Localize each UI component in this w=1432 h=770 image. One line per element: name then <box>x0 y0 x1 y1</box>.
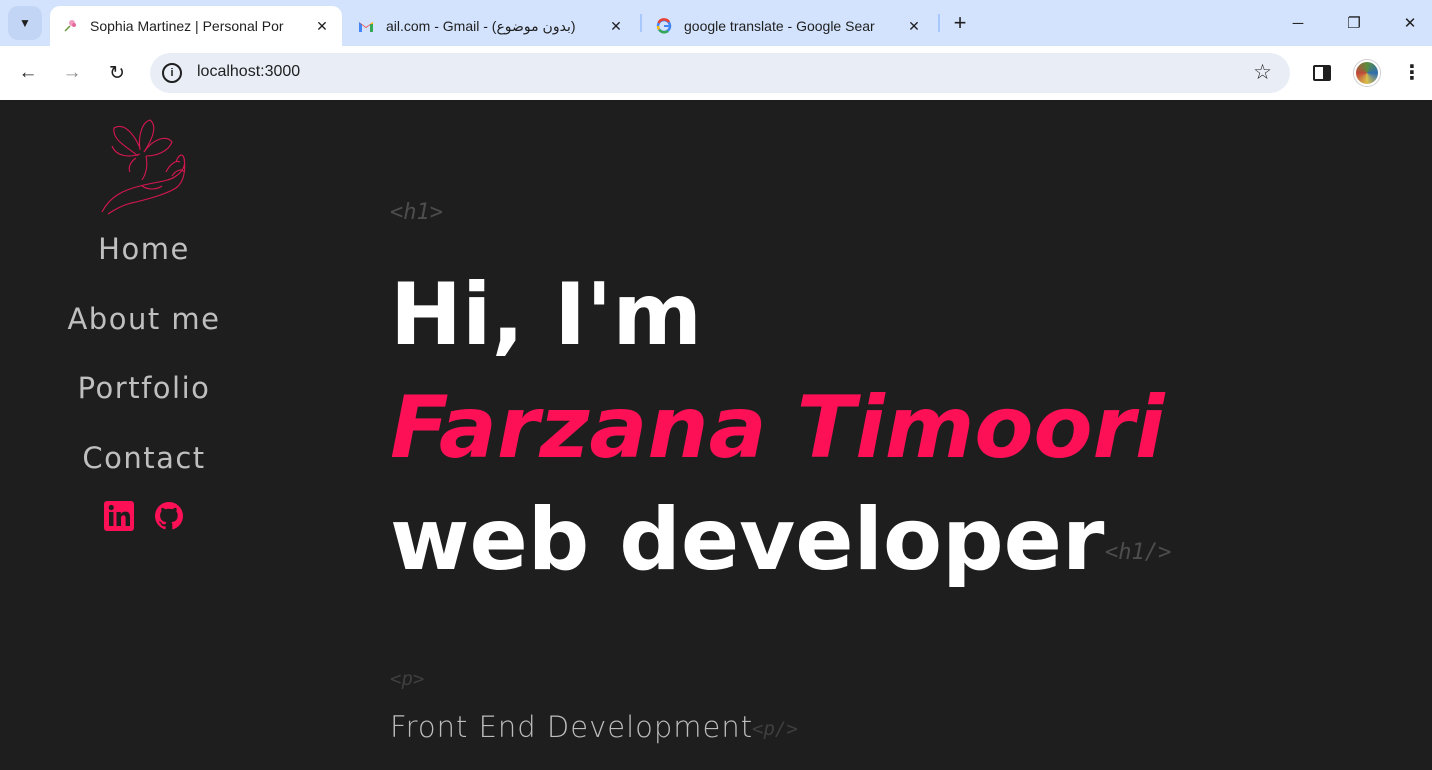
close-tab-icon[interactable]: ✕ <box>902 14 926 38</box>
flower-hand-logo <box>101 119 186 215</box>
new-tab-button[interactable]: + <box>946 9 974 37</box>
minimize-button[interactable]: ─ <box>1270 0 1326 46</box>
tab-portfolio[interactable]: Sophia Martinez | Personal Por ✕ <box>50 6 342 46</box>
h1-open-tag: <h1> <box>390 200 443 225</box>
close-tab-icon[interactable]: ✕ <box>310 14 334 38</box>
nav-contact[interactable]: Contact <box>0 441 288 475</box>
p-close-tag: <p/> <box>752 718 798 740</box>
gmail-icon <box>358 18 374 34</box>
tab-google-search[interactable]: google translate - Google Sear ✕ <box>644 6 934 46</box>
p-open-tag: <p> <box>390 668 425 690</box>
more-vertical-icon: ⋮ <box>1402 62 1422 84</box>
bookmark-star-icon[interactable]: ☆ <box>1253 60 1272 85</box>
reload-button[interactable]: ↻ <box>101 57 133 89</box>
back-button[interactable]: ← <box>12 57 44 89</box>
tab-title: google translate - Google Sear <box>684 18 875 34</box>
nav-about-me[interactable]: About me <box>0 302 288 336</box>
maximize-button[interactable]: ❐ <box>1326 0 1382 46</box>
profile-button[interactable] <box>1353 59 1381 87</box>
linkedin-icon[interactable] <box>103 500 135 532</box>
tab-separator <box>938 14 940 32</box>
hero-name: Farzana Timoori <box>390 378 1165 478</box>
avatar <box>1354 60 1380 86</box>
tab-search-button[interactable]: ▼ <box>8 6 42 40</box>
url-text[interactable]: localhost:3000 <box>197 63 300 81</box>
address-bar[interactable]: i localhost:3000 ☆ <box>150 53 1290 93</box>
forward-button[interactable]: → <box>56 57 88 89</box>
intro-subtitle: Front End Development <box>390 710 754 744</box>
browser-toolbar: ← → ↻ i localhost:3000 ☆ ⋮ <box>0 46 1432 100</box>
tab-bar: ▼ Sophia Martinez | Personal Por ✕ ail.c… <box>0 0 1432 46</box>
flower-favicon <box>62 18 78 34</box>
tab-title: Sophia Martinez | Personal Por <box>90 18 284 34</box>
github-icon[interactable] <box>153 500 185 532</box>
nav-home[interactable]: Home <box>0 232 288 266</box>
close-tab-icon[interactable]: ✕ <box>604 14 628 38</box>
reload-icon: ↻ <box>109 62 125 84</box>
tab-separator <box>640 14 642 32</box>
google-icon <box>656 18 672 34</box>
hero-role: web developer <box>390 490 1105 590</box>
hero-greeting: Hi, I'm <box>390 265 703 365</box>
browser-menu-button[interactable]: ⋮ <box>1398 59 1426 87</box>
side-panel-icon <box>1313 65 1331 81</box>
close-window-button[interactable]: ✕ <box>1382 0 1432 46</box>
tab-gmail[interactable]: ail.com - Gmail - (بدون موضوع) ✕ <box>346 6 636 46</box>
tab-title: ail.com - Gmail - (بدون موضوع) <box>386 17 576 34</box>
site-info-icon[interactable]: i <box>162 63 182 83</box>
portfolio-page: Home About me Portfolio Contact <h1> Hi,… <box>0 100 1432 770</box>
arrow-left-icon: ← <box>18 62 38 83</box>
arrow-right-icon: → <box>62 62 82 83</box>
side-panel-button[interactable] <box>1308 59 1336 87</box>
nav-portfolio[interactable]: Portfolio <box>0 371 288 405</box>
h1-close-tag: <h1/> <box>1105 540 1172 565</box>
chevron-down-icon: ▼ <box>19 16 31 30</box>
